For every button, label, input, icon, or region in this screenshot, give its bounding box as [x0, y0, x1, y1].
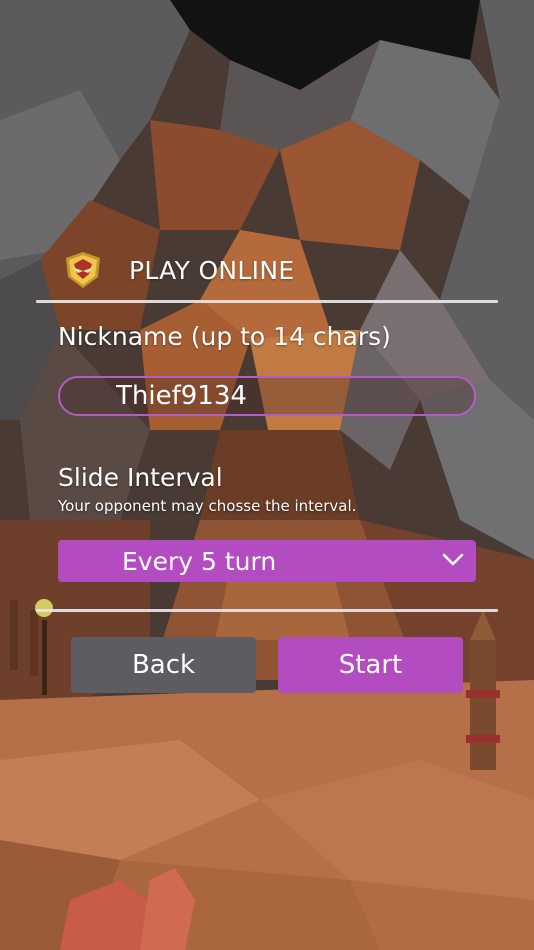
shield-emblem-icon — [66, 252, 100, 288]
bottom-divider — [36, 609, 498, 612]
page-title: PLAY ONLINE — [129, 255, 295, 285]
slide-interval-value: Every 5 turn — [122, 546, 277, 576]
play-online-panel: PLAY ONLINE Nickname (up to 14 chars) Sl… — [0, 0, 534, 950]
nickname-label: Nickname (up to 14 chars) — [58, 322, 391, 351]
chevron-down-icon — [442, 553, 464, 566]
back-button[interactable]: Back — [71, 637, 256, 693]
nickname-input[interactable] — [58, 376, 476, 416]
slide-interval-hint: Your opponent may chosse the interval. — [58, 497, 357, 515]
start-button[interactable]: Start — [278, 637, 463, 693]
slide-interval-label: Slide Interval — [58, 463, 223, 492]
top-divider — [36, 300, 498, 303]
slide-interval-dropdown[interactable]: Every 5 turn — [58, 540, 476, 582]
title-row: PLAY ONLINE — [62, 248, 294, 292]
